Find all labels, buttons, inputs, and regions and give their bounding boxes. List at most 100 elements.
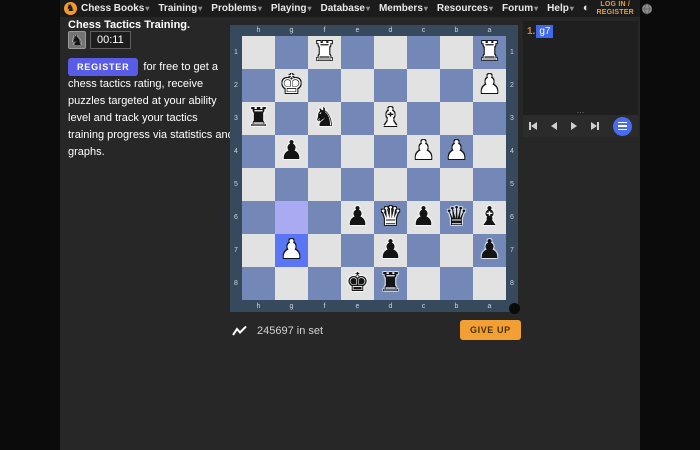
square-h2[interactable] [242,69,275,102]
square-g3[interactable] [275,102,308,135]
square-a7[interactable]: ♟ [473,234,506,267]
square-a8[interactable] [473,267,506,300]
square-b6[interactable]: ♛ [440,201,473,234]
square-a1[interactable]: ♜ [473,36,506,69]
language-globe-icon[interactable] [641,3,653,15]
square-a4[interactable] [473,135,506,168]
white-rook-f1[interactable]: ♜ [313,36,336,69]
square-c2[interactable] [407,69,440,102]
square-c4[interactable]: ♟ [407,135,440,168]
square-f4[interactable] [308,135,341,168]
square-e1[interactable] [341,36,374,69]
square-d1[interactable] [374,36,407,69]
board-resize-handle[interactable] [509,303,520,314]
previous-move-button[interactable] [551,121,557,131]
nav-item-resources[interactable]: Resources▾ [437,3,493,14]
move-list-menu-button[interactable] [613,116,632,136]
square-g4[interactable]: ♟ [275,135,308,168]
square-d4[interactable] [374,135,407,168]
square-b2[interactable] [440,69,473,102]
register-button[interactable]: REGISTER [68,58,139,76]
nav-item-database[interactable]: Database▾ [320,3,369,14]
square-e6[interactable]: ♟ [341,201,374,234]
square-b8[interactable] [440,267,473,300]
square-b4[interactable]: ♟ [440,135,473,168]
square-a5[interactable] [473,168,506,201]
square-g2[interactable]: ♚ [275,69,308,102]
square-g1[interactable] [275,36,308,69]
white-bishop-d3[interactable]: ♝ [379,102,402,135]
square-e2[interactable] [341,69,374,102]
panel-resize-handle[interactable]: … [523,107,638,115]
square-f6[interactable] [308,201,341,234]
black-rook-d8[interactable]: ♜ [379,267,402,300]
square-f1[interactable]: ♜ [308,36,341,69]
theme-toggle-icon[interactable]: ◐ [583,3,590,14]
site-logo-knight-icon[interactable]: ♞ [64,2,77,15]
white-pawn-b4[interactable]: ♟ [445,135,468,168]
square-h1[interactable] [242,36,275,69]
square-c5[interactable] [407,168,440,201]
black-pawn-a7[interactable]: ♟ [478,234,501,267]
black-pawn-c6[interactable]: ♟ [412,201,435,234]
square-a3[interactable] [473,102,506,135]
nav-item-problems[interactable]: Problems▾ [211,3,262,14]
login-register-link[interactable]: LOG IN / REGISTER [597,1,634,17]
square-c6[interactable]: ♟ [407,201,440,234]
square-h7[interactable] [242,234,275,267]
square-h6[interactable] [242,201,275,234]
white-king-g2[interactable]: ♚ [280,69,303,102]
square-f8[interactable] [308,267,341,300]
first-move-button[interactable] [529,121,537,131]
square-b1[interactable] [440,36,473,69]
black-pawn-e6[interactable]: ♟ [346,201,369,234]
square-c7[interactable] [407,234,440,267]
square-g7[interactable]: ♟ [275,234,308,267]
white-rook-a1[interactable]: ♜ [478,36,501,69]
square-c1[interactable] [407,36,440,69]
square-b7[interactable] [440,234,473,267]
nav-item-help[interactable]: Help▾ [547,3,574,14]
square-c3[interactable] [407,102,440,135]
square-g8[interactable] [275,267,308,300]
square-e5[interactable] [341,168,374,201]
square-h4[interactable] [242,135,275,168]
rating-chart-icon[interactable] [232,325,247,337]
square-h5[interactable] [242,168,275,201]
square-g5[interactable] [275,168,308,201]
nav-item-chess-books[interactable]: Chess Books▾ [81,3,149,14]
square-e8[interactable]: ♚ [341,267,374,300]
square-e7[interactable] [341,234,374,267]
square-d2[interactable] [374,69,407,102]
square-d6[interactable]: ♛ [374,201,407,234]
nav-item-playing[interactable]: Playing▾ [271,3,312,14]
black-bishop-a6[interactable]: ♝ [478,201,501,234]
square-h8[interactable] [242,267,275,300]
black-pawn-g4[interactable]: ♟ [280,135,303,168]
square-c8[interactable] [407,267,440,300]
square-f7[interactable] [308,234,341,267]
nav-item-training[interactable]: Training▾ [158,3,202,14]
last-move-button[interactable] [591,121,599,131]
nav-item-forum[interactable]: Forum▾ [502,3,538,14]
square-d7[interactable]: ♟ [374,234,407,267]
square-g6[interactable] [275,201,308,234]
black-pawn-d7[interactable]: ♟ [379,234,402,267]
square-f2[interactable] [308,69,341,102]
square-a2[interactable]: ♟ [473,69,506,102]
black-rook-h3[interactable]: ♜ [247,102,270,135]
white-pawn-a2[interactable]: ♟ [478,69,501,102]
square-b3[interactable] [440,102,473,135]
square-d3[interactable]: ♝ [374,102,407,135]
square-h3[interactable]: ♜ [242,102,275,135]
square-e3[interactable] [341,102,374,135]
white-pawn-g7[interactable]: ♟ [280,234,303,267]
square-d8[interactable]: ♜ [374,267,407,300]
black-knight-f3[interactable]: ♞ [313,102,336,135]
square-d5[interactable] [374,168,407,201]
square-e4[interactable] [341,135,374,168]
current-move[interactable]: g7 [536,25,554,38]
white-pawn-c4[interactable]: ♟ [412,135,435,168]
white-queen-d6[interactable]: ♛ [379,201,402,234]
square-a6[interactable]: ♝ [473,201,506,234]
